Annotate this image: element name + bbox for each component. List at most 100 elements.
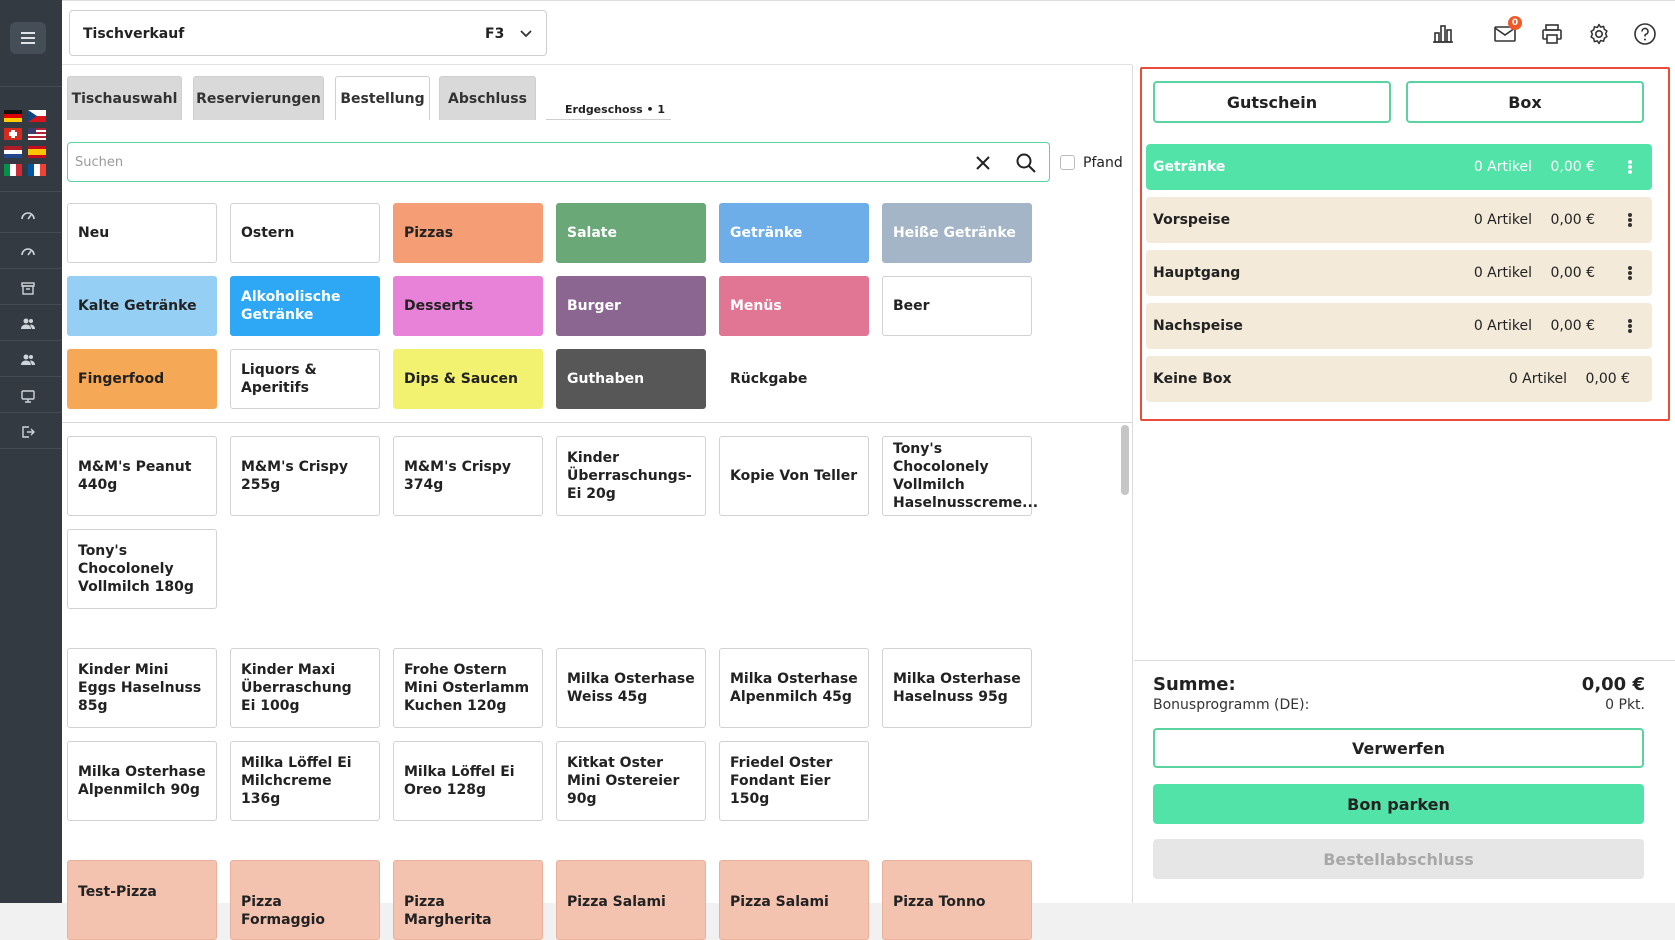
product-tile[interactable]: Milka Osterhase Weiss 45g [556, 648, 706, 728]
finish-order-button[interactable]: Bestellabschluss [1153, 839, 1644, 879]
dashboard-icon[interactable] [18, 206, 38, 226]
product-tile[interactable]: Pizza Formaggio [230, 860, 380, 940]
grid-divider [62, 422, 1132, 423]
more-options-icon[interactable] [1628, 213, 1632, 227]
sum-value: 0,00 € [1581, 674, 1645, 695]
flag-ch-icon[interactable] [4, 128, 22, 140]
category-tile[interactable]: Menüs [719, 276, 869, 336]
voucher-button[interactable]: Gutschein [1153, 81, 1391, 123]
product-tile[interactable]: Pizza Salami [556, 860, 706, 940]
product-tile[interactable]: M&M's Crispy 255g [230, 436, 380, 516]
product-tile[interactable]: M&M's Crispy 374g [393, 436, 543, 516]
tab-bestellung[interactable]: Bestellung [335, 76, 430, 120]
tab-abschluss[interactable]: Abschluss [439, 76, 536, 120]
category-tile[interactable]: Pizzas [393, 203, 543, 263]
product-tile[interactable]: Pizza Tonno [882, 860, 1032, 940]
category-tile[interactable]: Beer [882, 276, 1032, 336]
panel-divider [1132, 65, 1133, 903]
search-field[interactable]: Suchen [67, 142, 1050, 182]
category-tile[interactable]: Kalte Getränke [67, 276, 217, 336]
product-tile[interactable]: Pizza Salami [719, 860, 869, 940]
product-tile[interactable]: Tony's Chocolonely Vollmilch Haselnusscr… [882, 436, 1038, 516]
tab-reservierungen[interactable]: Reservierungen [193, 76, 324, 120]
box-count: 0 Artikel [1473, 265, 1532, 281]
floor-label[interactable]: Erdgeschoss • 1 [565, 103, 665, 116]
product-tile[interactable]: Milka Löffel Ei Milchcreme 136g [230, 741, 380, 821]
product-tile[interactable]: Kopie Von Teller [719, 436, 869, 516]
category-tile[interactable]: Burger [556, 276, 706, 336]
category-tile[interactable]: Getränke [719, 203, 869, 263]
product-tile[interactable]: Milka Löffel Ei Oreo 128g [393, 741, 543, 821]
help-icon[interactable] [1631, 20, 1659, 48]
close-icon[interactable] [973, 153, 993, 173]
product-tile[interactable]: Kitkat Oster Mini Ostereier 90g [556, 741, 706, 821]
product-tile[interactable]: Kinder Mini Eggs Haselnuss 85g [67, 648, 217, 728]
printer-icon[interactable] [1538, 20, 1566, 48]
flag-us-icon[interactable] [28, 128, 46, 140]
category-tile[interactable]: Alkoholische Getränke [230, 276, 380, 336]
sales-mode-label: Tischverkauf [83, 26, 185, 42]
product-scrollbar[interactable] [1121, 425, 1129, 495]
discard-button[interactable]: Verwerfen [1153, 728, 1644, 768]
more-options-icon[interactable] [1628, 160, 1632, 174]
product-tile[interactable]: M&M's Peanut 440g [67, 436, 217, 516]
category-tile[interactable]: Fingerfood [67, 349, 217, 409]
flag-nl-icon[interactable] [4, 146, 22, 158]
product-tile[interactable]: Kinder Maxi Überraschung Ei 100g [230, 648, 380, 728]
flag-fr-icon[interactable] [28, 164, 46, 176]
search-input[interactable]: Suchen [75, 155, 123, 170]
sales-mode-dropdown[interactable]: Tischverkauf F3 [69, 10, 547, 56]
order-box-row[interactable]: Getränke 0 Artikel 0,00 € [1146, 144, 1652, 190]
flag-cz-icon[interactable] [28, 110, 46, 122]
category-tile[interactable]: Heiße Getränke [882, 203, 1032, 263]
order-box-row[interactable]: Nachspeise 0 Artikel 0,00 € [1146, 303, 1652, 349]
product-tile[interactable]: Pizza Margherita [393, 860, 543, 940]
logout-icon[interactable] [18, 422, 38, 442]
category-tile[interactable]: Ostern [230, 203, 380, 263]
box-name: Getränke [1153, 159, 1226, 175]
order-box-row[interactable]: Keine Box 0 Artikel 0,00 € [1146, 356, 1652, 402]
category-tile[interactable]: Dips & Saucen [393, 349, 543, 409]
search-icon[interactable] [1015, 152, 1037, 174]
category-tile[interactable]: Desserts [393, 276, 543, 336]
more-options-icon[interactable] [1628, 319, 1632, 333]
rail-divider [0, 376, 62, 377]
users-icon[interactable] [18, 314, 38, 334]
category-tile[interactable]: Salate [556, 203, 706, 263]
product-tile[interactable]: Test-Pizza [67, 860, 217, 940]
category-tile[interactable]: Neu [67, 203, 217, 263]
order-box-row[interactable]: Hauptgang 0 Artikel 0,00 € [1146, 250, 1652, 296]
tab-tischauswahl[interactable]: Tischauswahl [67, 76, 182, 120]
more-options-icon[interactable] [1628, 266, 1632, 280]
category-tile[interactable]: Rückgabe [719, 349, 869, 409]
floor-tab-underline [546, 119, 671, 120]
box-name: Nachspeise [1153, 318, 1243, 334]
category-tile[interactable]: Guthaben [556, 349, 706, 409]
monitor-icon[interactable] [18, 386, 38, 406]
flag-es-icon[interactable] [28, 146, 46, 158]
box-name: Vorspeise [1153, 212, 1231, 228]
bonus-value: 0 Pkt. [1605, 697, 1645, 713]
left-rail [0, 0, 62, 903]
gear-icon[interactable] [1585, 20, 1613, 48]
product-tile[interactable]: Milka Osterhase Alpenmilch 45g [719, 648, 869, 728]
order-box-row[interactable]: Vorspeise 0 Artikel 0,00 € [1146, 197, 1652, 243]
box-icon[interactable] [18, 278, 38, 298]
users-icon[interactable] [18, 350, 38, 370]
dashboard-icon[interactable] [18, 242, 38, 262]
product-tile[interactable]: Milka Osterhase Alpenmilch 90g [67, 741, 217, 821]
flag-it-icon[interactable] [4, 164, 22, 176]
product-tile[interactable]: Friedel Oster Fondant Eier 150g [719, 741, 869, 821]
flag-de-icon[interactable] [4, 110, 22, 122]
product-tile[interactable]: Milka Osterhase Haselnuss 95g [882, 648, 1032, 728]
hamburger-menu-icon[interactable] [10, 22, 46, 54]
product-tile[interactable]: Tony's Chocolonely Vollmilch 180g [67, 529, 217, 609]
pfand-checkbox[interactable] [1060, 155, 1075, 170]
box-button[interactable]: Box [1406, 81, 1644, 123]
mail-icon[interactable]: 0 [1491, 16, 1522, 48]
bar-chart-icon[interactable] [1429, 20, 1457, 48]
product-tile[interactable]: Kinder Überraschungs-Ei 20g [556, 436, 706, 516]
category-tile[interactable]: Liquors & Aperitifs [230, 349, 380, 409]
park-receipt-button[interactable]: Bon parken [1153, 784, 1644, 824]
product-tile[interactable]: Frohe Ostern Mini Osterlamm Kuchen 120g [393, 648, 543, 728]
